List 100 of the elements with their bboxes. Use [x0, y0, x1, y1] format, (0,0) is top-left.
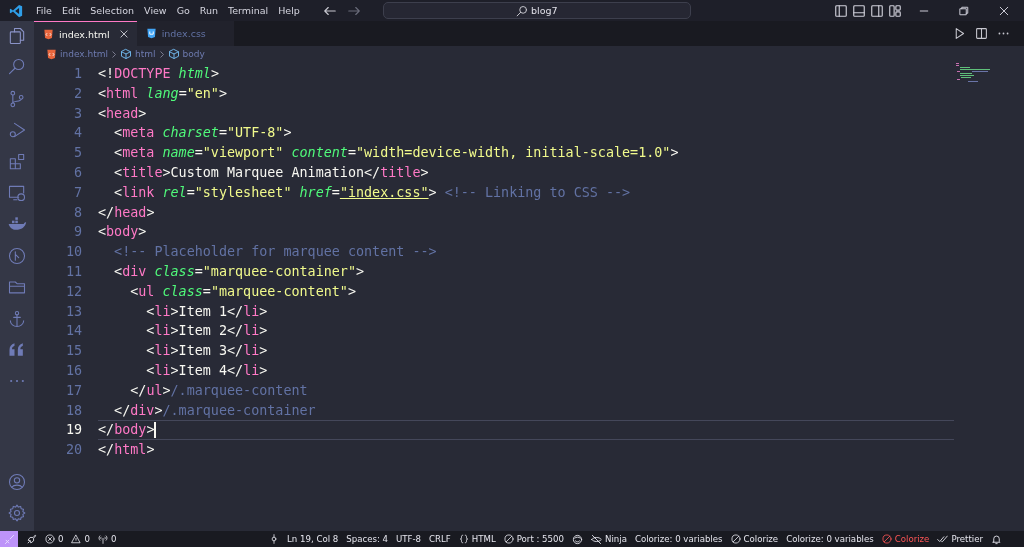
secondary-sidebar-layout-icon[interactable] [870, 3, 884, 18]
code-line: <link rel="stylesheet" href="index.css"> <!-- Linking to CSS --> [113, 183, 631, 202]
breadcrumb-item[interactable]: html [135, 49, 156, 59]
line-number: 16 [64, 361, 82, 380]
line-number: 1 [72, 65, 82, 83]
warning-icon [71, 534, 82, 544]
account-icon[interactable] [7, 472, 27, 492]
prohibited-icon [730, 534, 741, 544]
menu-item[interactable]: Edit [56, 4, 86, 17]
braces-icon [458, 534, 469, 544]
prohibited-icon [503, 534, 514, 544]
line-number: 5 [72, 144, 82, 163]
split-editor-icon[interactable] [975, 27, 988, 40]
code-line: <!-- Placeholder for marquee content --> [113, 243, 437, 262]
sidebar-layout-icon[interactable] [834, 3, 848, 18]
code-line: <li>Item 3</li> [145, 342, 268, 361]
play-icon[interactable] [953, 27, 966, 40]
settings-icon[interactable] [7, 503, 27, 523]
html-file-icon [43, 28, 54, 40]
code-line: <title>Custom Marquee Animation</title> [113, 164, 429, 182]
menu-item[interactable]: View [139, 4, 172, 17]
code-line: <li>Item 1</li> [145, 302, 268, 321]
status-item[interactable]: Prettier [933, 531, 987, 547]
menu-item[interactable]: Run [194, 4, 224, 17]
code-line: <ul class="marquee-content"> [129, 282, 356, 301]
breadcrumb-item[interactable]: index.html [60, 49, 108, 59]
status-item[interactable]: Colorize [726, 531, 783, 547]
git-graph-icon[interactable] [7, 245, 27, 266]
panel-layout-icon[interactable] [852, 3, 866, 18]
code-line: <!DOCTYPE html> [98, 65, 219, 83]
files-icon[interactable] [7, 26, 27, 46]
app-logo-icon [9, 3, 23, 18]
customize-layout-icon[interactable] [888, 3, 902, 18]
line-number: 15 [64, 342, 82, 361]
status-item[interactable]: Spaces: 4 [342, 531, 393, 547]
status-item[interactable]: CRLF [425, 531, 455, 547]
code-line: <meta name="viewport" content="width=device-width, initial-scale=1.0"> [113, 144, 679, 163]
line-number: 4 [72, 124, 82, 143]
search-icon [516, 4, 529, 17]
line-number: 3 [72, 104, 82, 123]
status-item[interactable]: 0 [93, 531, 121, 547]
line-number: 12 [64, 282, 82, 301]
css-file-icon [145, 28, 157, 39]
status-item[interactable]: Ninja [587, 531, 631, 547]
status-item[interactable]: Colorize: 0 variables [782, 531, 878, 547]
status-item[interactable]: UTF-8 [392, 531, 426, 547]
status-item[interactable]: Colorize: 0 variables [630, 531, 727, 547]
double-check-icon [937, 533, 949, 545]
menu-item[interactable]: File [31, 4, 57, 17]
line-number: 19 [64, 421, 82, 440]
chevron-icon [158, 49, 165, 59]
line-number: 7 [72, 183, 82, 202]
menu-item[interactable]: Selection [85, 4, 140, 17]
editor-tab[interactable]: index.html [34, 21, 137, 46]
command-center-field[interactable]: blog7 [382, 2, 691, 19]
branch-icon[interactable] [7, 88, 27, 109]
code-line: </div>/.marquee-container [113, 401, 316, 420]
code-line: <html lang="en"> [98, 84, 227, 103]
status-item[interactable]: Ln 19, Col 8 [283, 531, 343, 547]
status-item[interactable]: Colorize [877, 531, 934, 547]
line-number: 20 [64, 441, 82, 460]
close-icon[interactable] [118, 29, 129, 39]
code-line: <body> [98, 223, 147, 242]
line-number: 14 [64, 322, 82, 341]
line-number: 10 [64, 243, 82, 262]
menu-item[interactable]: Terminal [223, 4, 274, 17]
menu-item[interactable]: Go [171, 4, 195, 17]
antenna-icon [97, 534, 108, 544]
status-item[interactable]: 0 [67, 531, 94, 547]
breadcrumb-item[interactable]: body [182, 49, 205, 59]
line-number: 18 [64, 401, 82, 420]
status-item[interactable]: 0 [41, 531, 68, 547]
eye-off-icon [591, 533, 602, 545]
line-number: 13 [64, 302, 82, 321]
code-line: <meta charset="UTF-8"> [113, 124, 292, 143]
cube-icon [120, 48, 132, 60]
line-number: 2 [72, 84, 82, 103]
code-line: <li>Item 2</li> [145, 322, 268, 341]
cube-icon [167, 48, 180, 60]
code-line: <li>Item 4</li> [145, 361, 268, 380]
status-item[interactable]: HTML [454, 531, 500, 547]
extensions-icon[interactable] [7, 151, 27, 172]
line-number: 6 [72, 164, 82, 182]
search-text: blog7 [531, 5, 558, 16]
code-line: </ul>/.marquee-content [129, 381, 308, 400]
line-number: 8 [72, 203, 82, 222]
code-line: <div class="marquee-container"> [113, 262, 365, 281]
status-item[interactable]: Port : 5500 [499, 531, 568, 547]
line-number: 9 [72, 223, 82, 242]
code-line: </html> [98, 441, 155, 460]
menu-item[interactable]: Help [273, 4, 305, 17]
code-line: <head> [98, 104, 147, 123]
html-file-icon [46, 48, 57, 60]
prohibited-icon [881, 534, 892, 544]
line-number: 11 [64, 262, 82, 281]
line-number: 17 [64, 381, 82, 400]
anchor-icon[interactable] [7, 308, 27, 329]
error-icon [45, 534, 55, 544]
code-line: </body> [98, 421, 156, 440]
chevron-icon [111, 49, 117, 59]
